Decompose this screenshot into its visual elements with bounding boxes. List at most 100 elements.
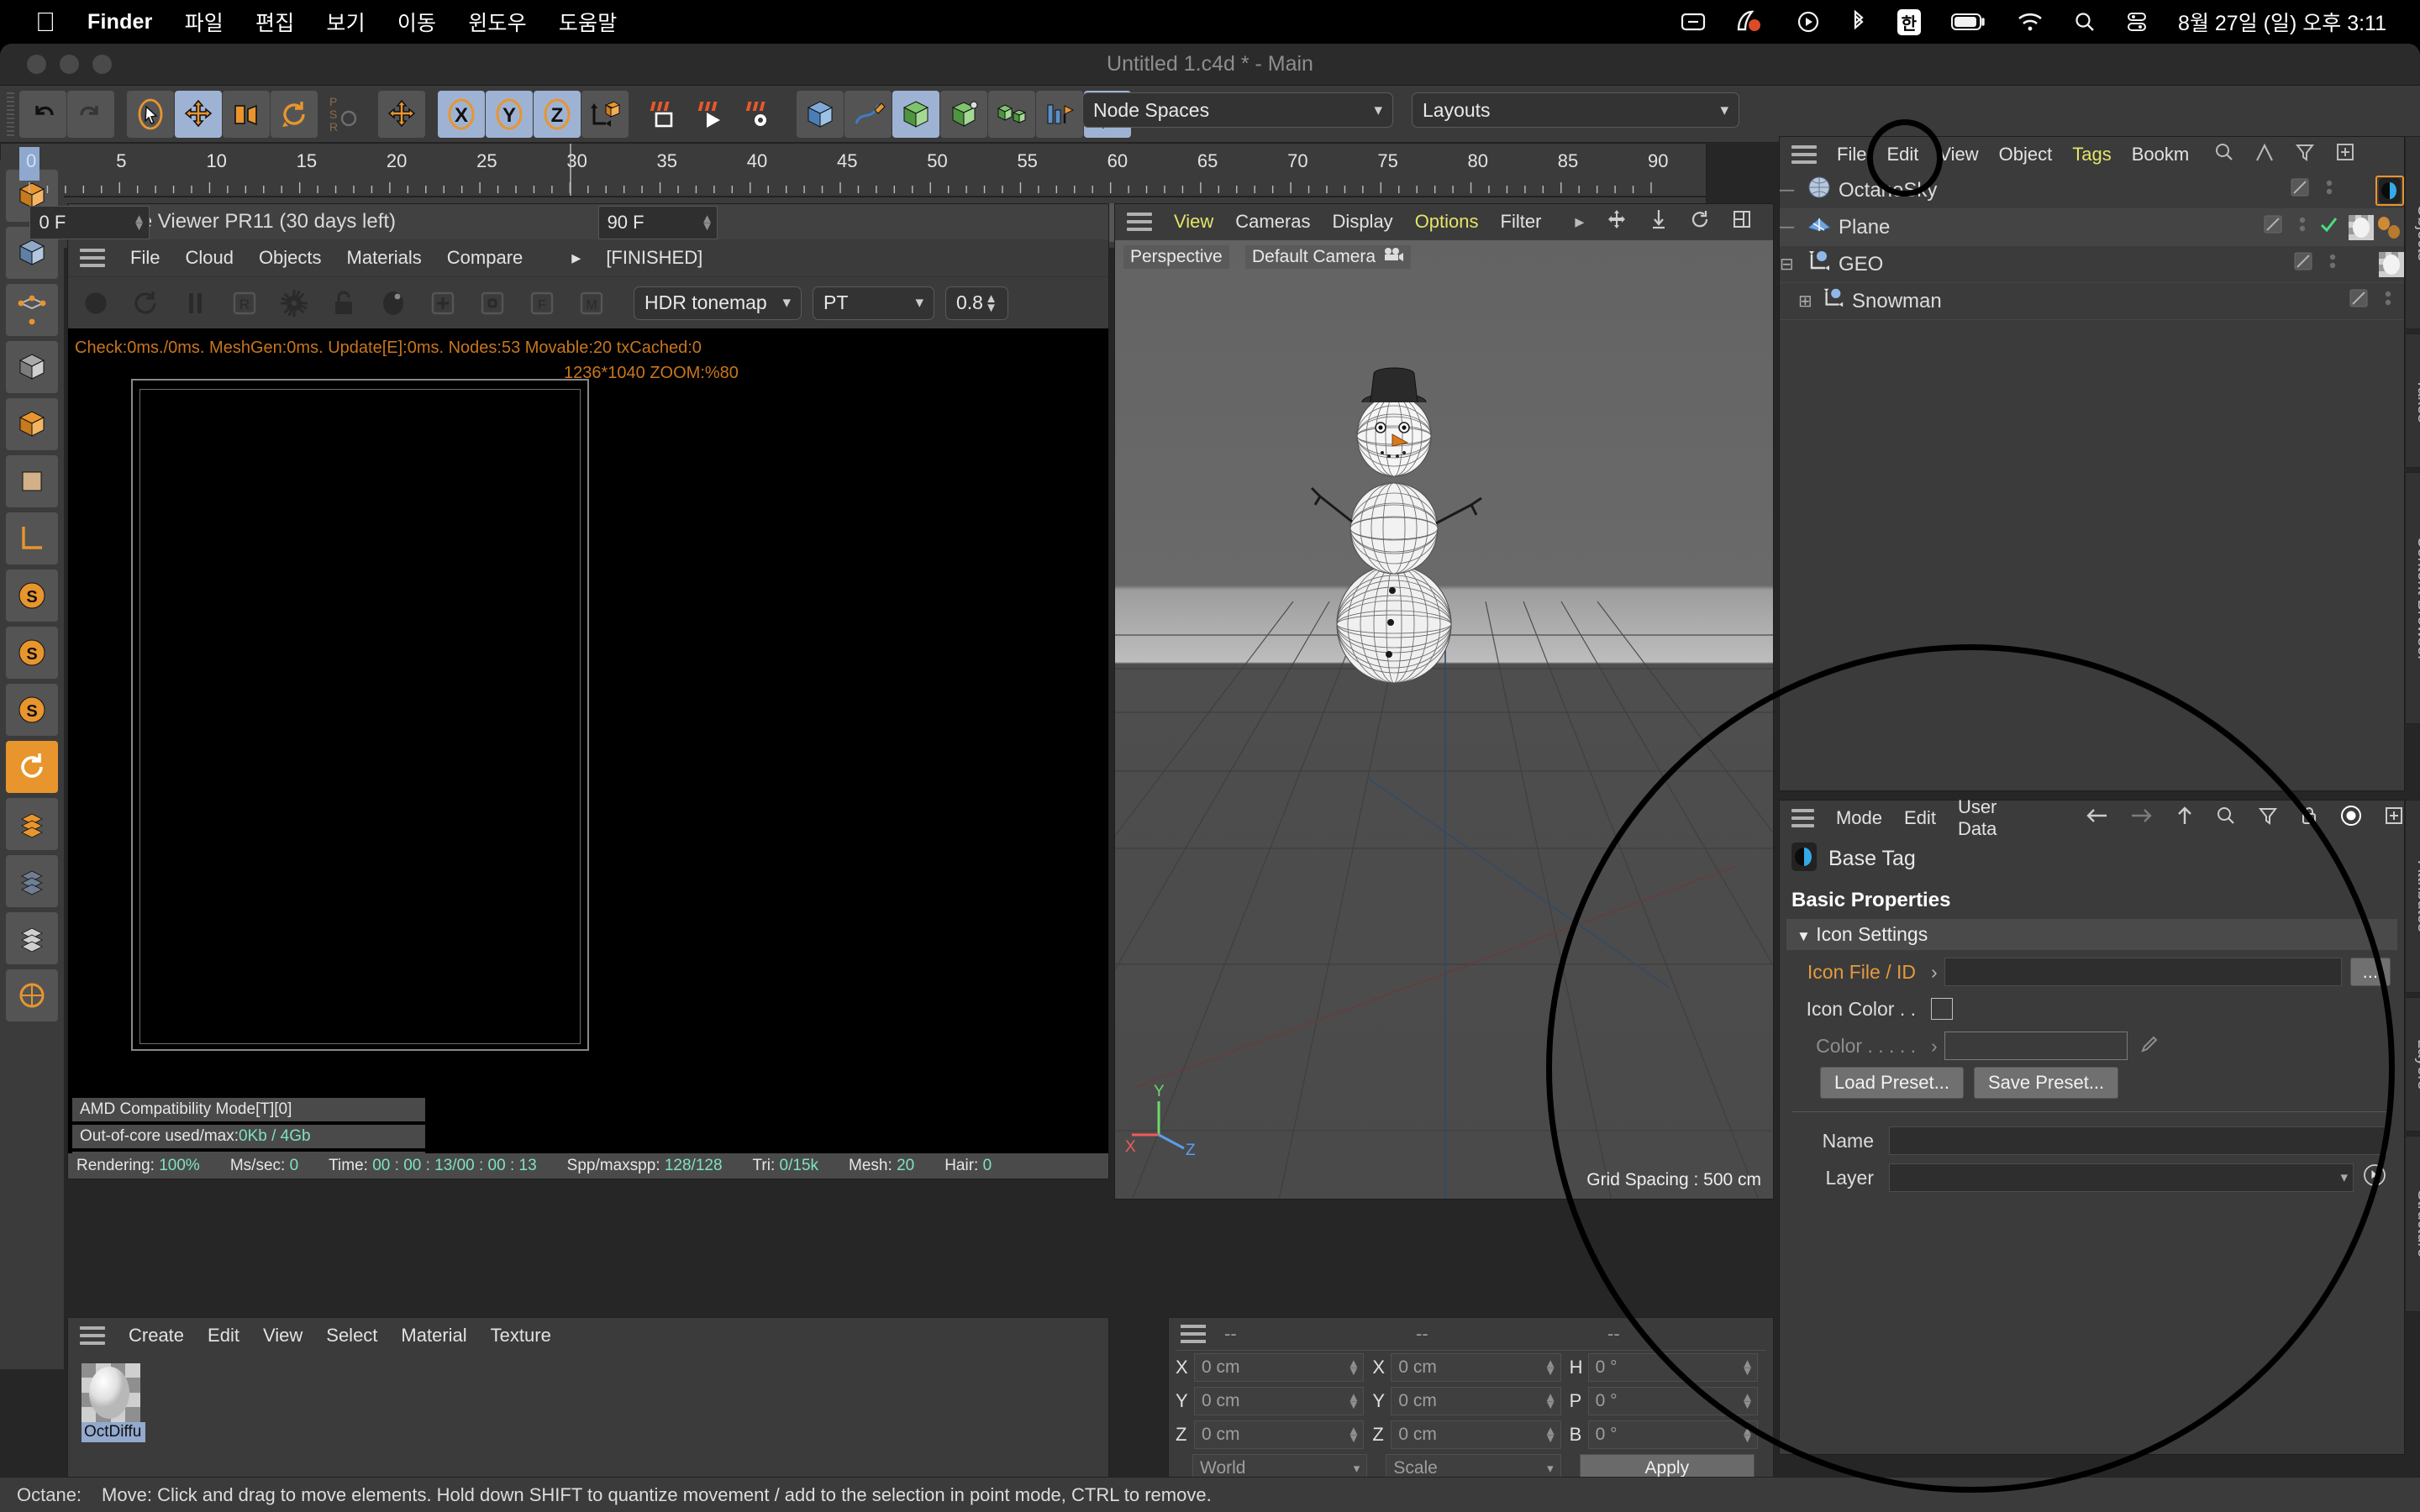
expand-collapse-icon[interactable]: ⊟	[1780, 254, 1807, 275]
tool-grid-a[interactable]	[6, 798, 58, 850]
toolbar-gripper[interactable]	[7, 92, 14, 136]
dock-tab-structure[interactable]: Structure	[2405, 1136, 2420, 1312]
save-preset-button[interactable]: Save Preset...	[1973, 1067, 2119, 1099]
camera-label[interactable]: Default Camera	[1245, 245, 1412, 269]
restart-icon[interactable]	[126, 284, 165, 323]
material-name[interactable]: OctDiffu	[82, 1422, 145, 1442]
tool-points-mode[interactable]	[6, 284, 58, 336]
mm-menu-texture[interactable]: Texture	[491, 1325, 551, 1347]
hamburger-icon[interactable]	[1181, 1325, 1206, 1343]
mm-menu-create[interactable]: Create	[129, 1325, 184, 1347]
lv-menu-objects[interactable]: Objects	[259, 247, 322, 269]
visibility-toggle[interactable]	[2382, 286, 2404, 317]
zoom-view-icon[interactable]	[1649, 208, 1668, 235]
lock-icon[interactable]	[324, 284, 363, 323]
am-menu-mode[interactable]: Mode	[1836, 807, 1882, 829]
record-icon[interactable]	[2340, 805, 2362, 832]
tool-workplane[interactable]	[6, 741, 58, 793]
tool-snap-s2[interactable]: S	[6, 627, 58, 679]
mograph-button[interactable]	[1036, 90, 1083, 138]
color-swatch[interactable]	[1944, 1032, 2128, 1060]
stepper-icon[interactable]: ▲ ▼	[1741, 1391, 1754, 1411]
base-tag-icon[interactable]	[2375, 175, 2404, 206]
menubar-app-name[interactable]: Finder	[87, 10, 153, 34]
dock-tab-attributes[interactable]: Attributes	[2405, 800, 2420, 993]
menubar-clock[interactable]: 8월 27일 (일) 오후 3:11	[2178, 7, 2386, 37]
menubar-item-go[interactable]: 이동	[397, 7, 436, 37]
search-icon[interactable]	[2216, 806, 2236, 831]
deformer-button[interactable]	[940, 90, 987, 138]
om-menu-view[interactable]: View	[1939, 144, 1978, 165]
material-tag-icon[interactable]	[2379, 251, 2404, 277]
apple-icon[interactable]: 	[35, 8, 55, 35]
move-view-icon[interactable]	[1606, 208, 1628, 235]
tool-polygons-mode[interactable]	[6, 398, 58, 450]
region-render-icon[interactable]: R	[225, 284, 264, 323]
cube-primitive-button[interactable]	[797, 90, 844, 138]
visibility-dots[interactable]	[2288, 175, 2323, 206]
panel-view-icon[interactable]	[1732, 209, 1752, 234]
visibility-dots[interactable]	[2261, 212, 2296, 243]
size-z-field[interactable]: 0 cm ▲ ▼	[1391, 1420, 1561, 1449]
expand-arrow-icon[interactable]: ▸	[571, 247, 581, 269]
rot-p-field[interactable]: 0 ° ▲ ▼	[1587, 1387, 1758, 1415]
chevron-right-icon[interactable]: ›	[1931, 1035, 1938, 1058]
expand-collapse-icon[interactable]: ⊞	[1798, 291, 1822, 312]
dock-tab-content-browser[interactable]: Content Browser	[2405, 472, 2420, 724]
hamburger-icon[interactable]	[1791, 809, 1814, 827]
om-menu-tags[interactable]: Tags	[2072, 144, 2111, 165]
search-icon[interactable]	[2214, 142, 2234, 167]
live-viewer-canvas[interactable]: Check:0ms./0ms. MeshGen:0ms. Update[E]:0…	[68, 328, 1108, 1153]
axis-x-button[interactable]: X	[438, 90, 485, 138]
menubar-item-file[interactable]: 파일	[185, 7, 224, 37]
icon-file-input[interactable]	[1944, 958, 2342, 986]
load-preset-button[interactable]: Load Preset...	[1820, 1067, 1964, 1099]
pause-icon[interactable]	[176, 284, 214, 323]
object-axis-button[interactable]	[581, 90, 629, 138]
render-settings-button[interactable]	[737, 90, 784, 138]
viewport-canvas[interactable]: Perspective Default Camera Y X Z Grid Sp…	[1115, 240, 1773, 1199]
document-end-field[interactable]: 90 F ▲ ▼	[597, 206, 718, 239]
visibility-toggle[interactable]	[2296, 212, 2318, 243]
tool-axis-mode[interactable]	[6, 512, 58, 564]
lv-menu-file[interactable]: File	[130, 247, 160, 269]
material-thumbnail[interactable]	[82, 1363, 140, 1422]
battery-icon[interactable]	[1951, 12, 1986, 32]
up-arrow-icon[interactable]	[2175, 806, 2194, 831]
lock-icon[interactable]	[2300, 806, 2318, 831]
select-tool-button[interactable]	[127, 90, 174, 138]
rot-h-field[interactable]: 0 ° ▲ ▼	[1587, 1353, 1758, 1382]
viewport-menu-display[interactable]: Display	[1333, 211, 1393, 233]
stepper-icon[interactable]: ▲ ▼	[1347, 1391, 1360, 1411]
hamburger-icon[interactable]	[80, 249, 105, 267]
viewport-menu-cameras[interactable]: Cameras	[1235, 211, 1310, 233]
tool-snap-s3[interactable]: S	[6, 684, 58, 736]
adobe-cc-icon[interactable]	[1736, 9, 1766, 34]
generator-button[interactable]	[892, 90, 939, 138]
rotate-view-icon[interactable]	[1690, 208, 1710, 235]
am-menu-user-data[interactable]: User Data	[1958, 796, 2033, 840]
focus-icon[interactable]: F	[523, 284, 561, 323]
object-icon[interactable]	[473, 284, 512, 323]
pos-x-field[interactable]: 0 cm ▲ ▼	[1194, 1353, 1365, 1382]
timeline-ruler[interactable]: 0 5 10 15 20 25 30 35 40 45 50 55 60 65 70 75 80 85 90	[0, 143, 1707, 197]
layouts-dropdown[interactable]: Layouts ▾	[1412, 92, 1739, 128]
menubar-item-view[interactable]: 보기	[326, 7, 365, 37]
undo-button[interactable]	[19, 90, 66, 138]
bluetooth-icon[interactable]	[1850, 9, 1867, 34]
node-spaces-dropdown[interactable]: Node Spaces ▾	[1082, 92, 1393, 128]
stop-render-icon[interactable]	[76, 284, 115, 323]
stepper-icon[interactable]: ▲ ▼	[1544, 1391, 1557, 1411]
mm-menu-select[interactable]: Select	[326, 1325, 377, 1347]
chevron-right-icon[interactable]: ›	[1931, 961, 1938, 984]
rot-b-field[interactable]: 0 ° ▲ ▼	[1587, 1420, 1758, 1449]
icon-color-checkbox[interactable]	[1931, 998, 1953, 1020]
world-axis-button[interactable]	[378, 90, 425, 138]
table-row[interactable]: ─ Plane	[1780, 209, 2404, 246]
filter-icon[interactable]	[2295, 142, 2315, 167]
stepper-icon[interactable]: ▲ ▼	[1544, 1425, 1557, 1445]
current-frame-field[interactable]: 0 F ▲ ▼	[29, 206, 150, 239]
om-menu-file[interactable]: File	[1837, 144, 1866, 165]
new-tab-icon[interactable]	[2384, 806, 2404, 831]
am-menu-edit[interactable]: Edit	[1904, 807, 1936, 829]
